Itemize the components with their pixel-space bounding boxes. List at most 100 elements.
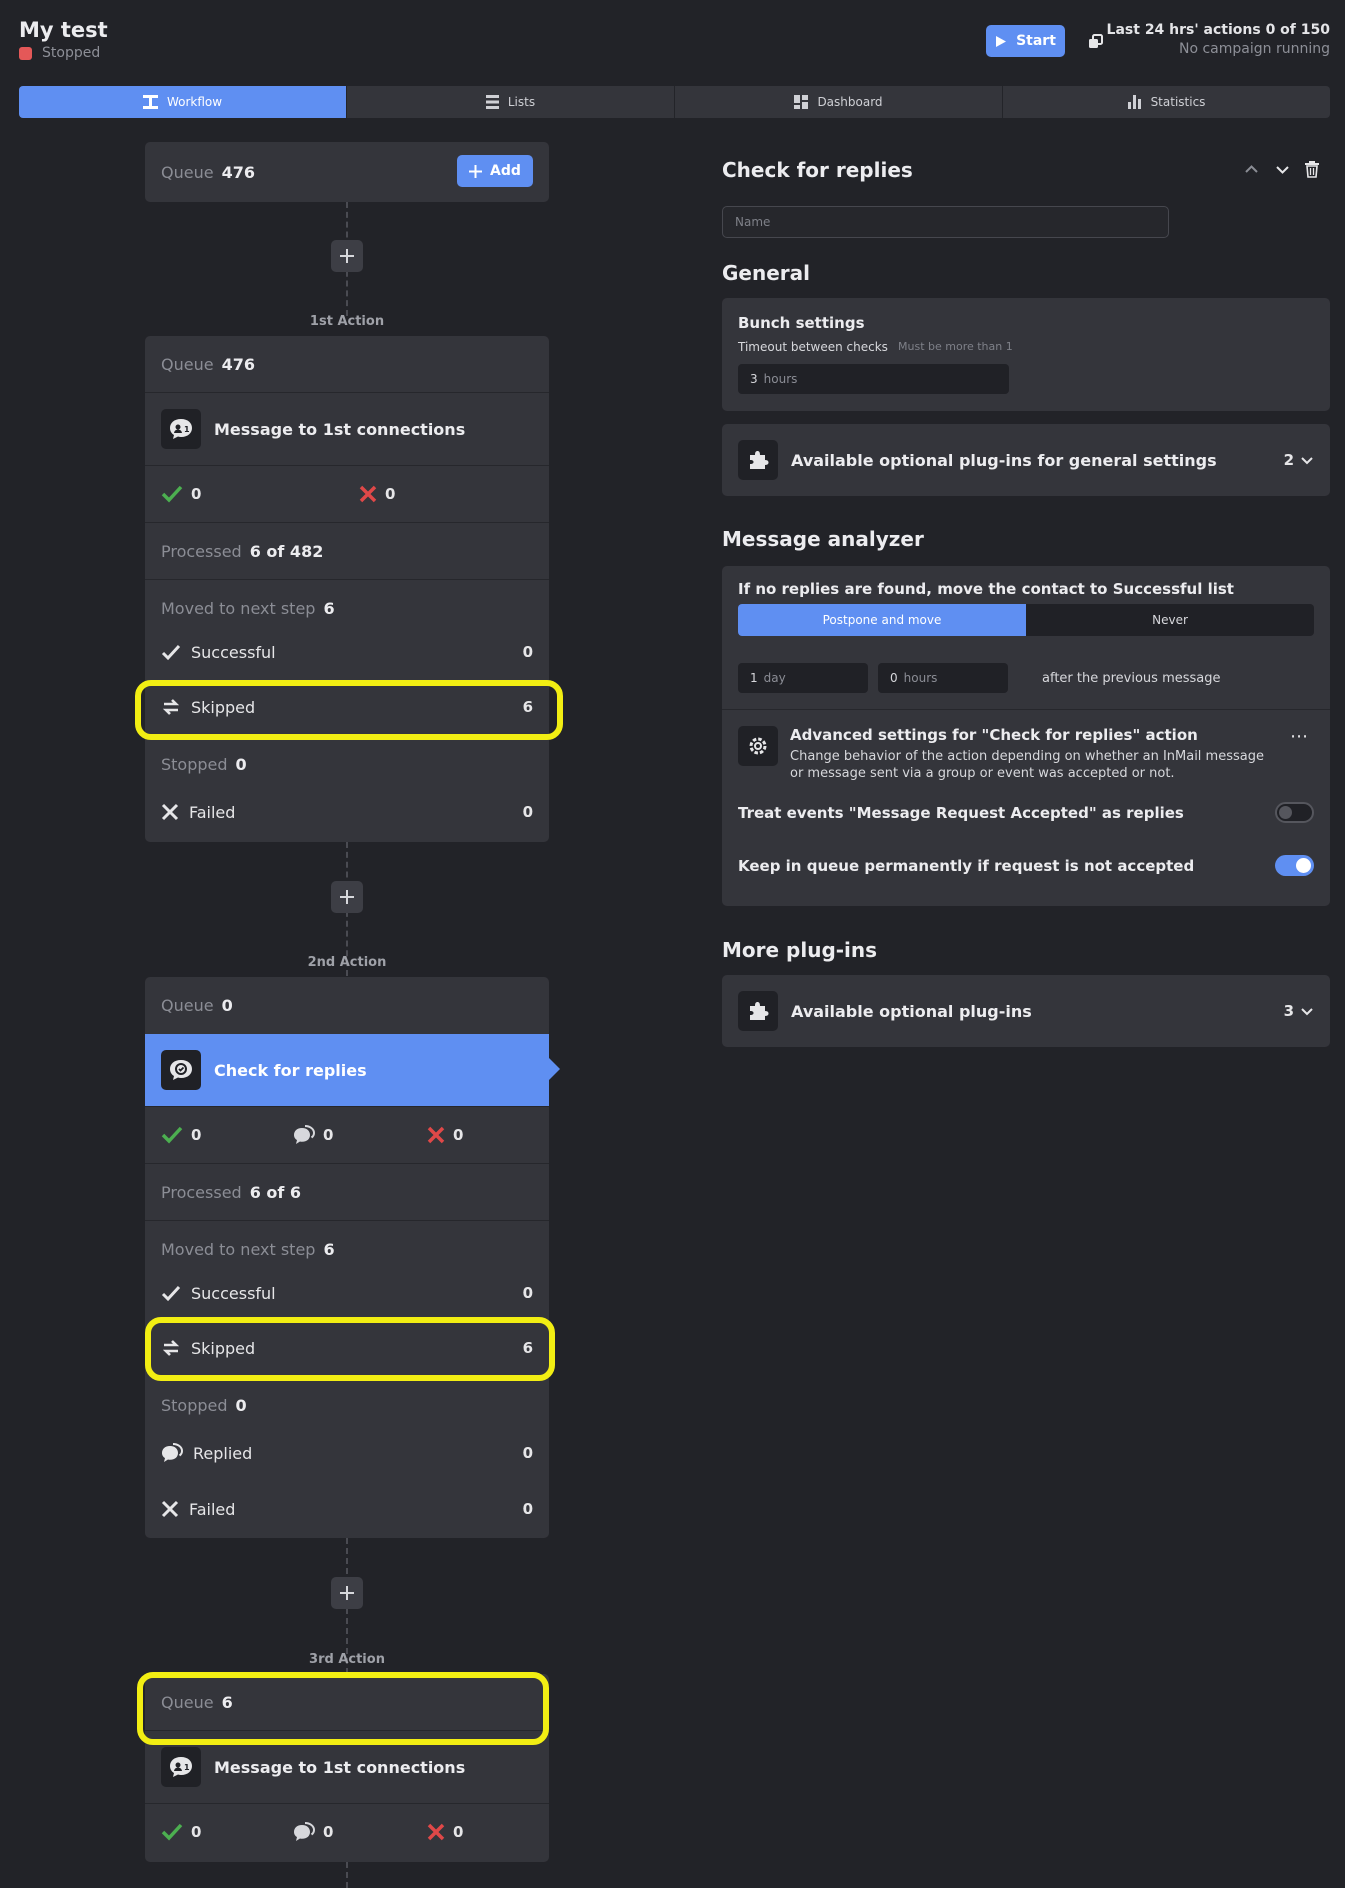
general-heading: General [722, 261, 810, 285]
fail-stat: 0 [359, 485, 395, 503]
tab-workflow[interactable]: Workflow [19, 86, 346, 118]
bunch-settings-box: Bunch settings Timeout between checks Mu… [722, 298, 1330, 411]
timeout-label: Timeout between checks [738, 340, 888, 354]
puzzle-icon [738, 991, 778, 1031]
insert-action-button[interactable] [331, 881, 363, 913]
queue-value: 6 [221, 1692, 233, 1712]
delay-hours-input[interactable]: 0 hours [878, 663, 1008, 693]
duplicate-icon[interactable] [1086, 31, 1106, 51]
message-analyzer-box: If no replies are found, move the contac… [722, 566, 1330, 906]
failed-label: Failed [189, 1499, 236, 1519]
more-plugins-toggle[interactable]: 3 [1284, 1002, 1314, 1020]
trash-icon[interactable] [1305, 161, 1319, 178]
advanced-settings-desc: Change behavior of the action depending … [790, 749, 1264, 781]
accepted-as-replies-toggle[interactable] [1275, 802, 1314, 823]
successful-value: 0 [522, 1284, 533, 1302]
toggle-queue-label: Keep in queue permanently if request is … [738, 857, 1195, 875]
bar-chart-icon [1127, 95, 1141, 109]
hours-value: 0 [890, 671, 898, 685]
tab-lists[interactable]: Lists [346, 86, 674, 118]
processed-value: 6 of 482 [249, 541, 324, 561]
general-plugins-box[interactable]: Available optional plug-ins for general … [722, 424, 1330, 496]
action-title: Message to 1st connections [214, 1757, 466, 1777]
flow-connector [346, 1862, 348, 1888]
keep-in-queue-toggle[interactable] [1275, 855, 1314, 876]
puzzle-icon [738, 440, 778, 480]
chevron-up-icon[interactable] [1243, 161, 1260, 178]
success-count: 0 [191, 1823, 202, 1841]
option-never[interactable]: Never [1026, 604, 1314, 636]
selected-action-row[interactable]: Check for replies [145, 1034, 560, 1106]
timeout-input[interactable]: 3 hours [738, 364, 1009, 394]
replied-value: 0 [522, 1444, 533, 1462]
action-card-1[interactable]: Queue 476 1 Message to 1st connections 0… [145, 336, 549, 842]
more-options-icon[interactable]: ⋯ [1290, 726, 1308, 747]
daily-actions-info: Last 24 hrs' actions 0 of 150 No campaig… [1107, 22, 1330, 57]
moved-value: 6 [323, 1239, 335, 1259]
start-button[interactable]: Start [986, 25, 1065, 57]
bunch-settings-title: Bunch settings [738, 314, 865, 332]
skipped-value: 6 [522, 698, 533, 716]
fail-count: 0 [453, 1126, 464, 1144]
failed-value: 0 [522, 1500, 533, 1518]
failed-label: Failed [189, 802, 236, 822]
add-button-label: Add [490, 163, 521, 179]
advanced-settings-title: Advanced settings for "Check for replies… [790, 726, 1198, 744]
fail-stat: 0 [427, 1823, 463, 1841]
failed-list-row[interactable]: Failed 0 [145, 1491, 549, 1527]
skipped-list-row[interactable]: Skipped 6 [145, 689, 549, 725]
moved-label: Moved to next step [161, 598, 316, 618]
delay-days-input[interactable]: 1 day [738, 663, 868, 693]
main-tabs: Workflow Lists Dashboard Statistics [19, 86, 1330, 118]
success-count: 0 [191, 485, 202, 503]
step-label: 2nd Action [307, 955, 387, 970]
tab-statistics-label: Statistics [1150, 95, 1206, 109]
stopped-label: Stopped [161, 1395, 228, 1415]
analyzer-rule-label: If no replies are found, move the contac… [738, 580, 1234, 598]
timeout-value: 3 [750, 372, 758, 386]
hours-unit: hours [903, 671, 938, 685]
action-card-2[interactable]: Queue 0 Check for replies 0 0 0 Processe… [145, 977, 560, 1538]
status-text: Stopped [42, 45, 101, 61]
cross-icon [359, 485, 377, 503]
more-plugins-box[interactable]: Available optional plug-ins 3 [722, 975, 1330, 1047]
days-unit: day [763, 671, 786, 685]
cross-icon [427, 1823, 445, 1841]
after-previous-text: after the previous message [1042, 671, 1221, 686]
skipped-label: Skipped [191, 697, 256, 717]
plus-icon [340, 1586, 354, 1600]
action-card-3[interactable]: Queue 6 1 Message to 1st connections 0 0… [145, 1674, 549, 1862]
tab-dashboard-label: Dashboard [817, 95, 883, 109]
processed-label: Processed [161, 1182, 242, 1202]
queue-label: Queue [161, 354, 214, 374]
chevron-down-icon[interactable] [1274, 161, 1291, 178]
dashboard-icon [794, 95, 809, 109]
moved-value: 6 [323, 598, 335, 618]
tab-statistics[interactable]: Statistics [1002, 86, 1330, 118]
reply-bubble-icon [162, 1443, 183, 1462]
svg-text:1: 1 [184, 425, 190, 434]
tab-dashboard[interactable]: Dashboard [674, 86, 1002, 118]
successful-list-row[interactable]: Successful 0 [145, 634, 549, 670]
general-plugins-toggle[interactable]: 2 [1284, 451, 1314, 469]
workflow-icon [142, 95, 158, 109]
reply-stat: 0 [293, 1822, 427, 1842]
replied-list-row[interactable]: Replied 0 [145, 1435, 549, 1471]
campaign-running-status: No campaign running [1179, 41, 1330, 57]
fail-count: 0 [385, 485, 396, 503]
check-icon [161, 1823, 183, 1841]
failed-list-row[interactable]: Failed 0 [145, 794, 549, 830]
insert-action-button[interactable] [331, 240, 363, 272]
add-contacts-button[interactable]: Add [457, 155, 533, 187]
chevron-down-icon [1301, 457, 1313, 465]
skipped-list-row[interactable]: Skipped 6 [145, 1330, 549, 1366]
insert-action-button[interactable] [331, 1577, 363, 1609]
successful-list-row[interactable]: Successful 0 [145, 1275, 549, 1311]
reply-count: 0 [323, 1823, 334, 1841]
option-postpone[interactable]: Postpone and move [738, 604, 1026, 636]
play-icon [996, 35, 1007, 47]
fail-count: 0 [453, 1823, 464, 1841]
action-name-input[interactable] [722, 206, 1169, 238]
list-icon [485, 95, 499, 109]
queue-value: 476 [221, 162, 255, 182]
